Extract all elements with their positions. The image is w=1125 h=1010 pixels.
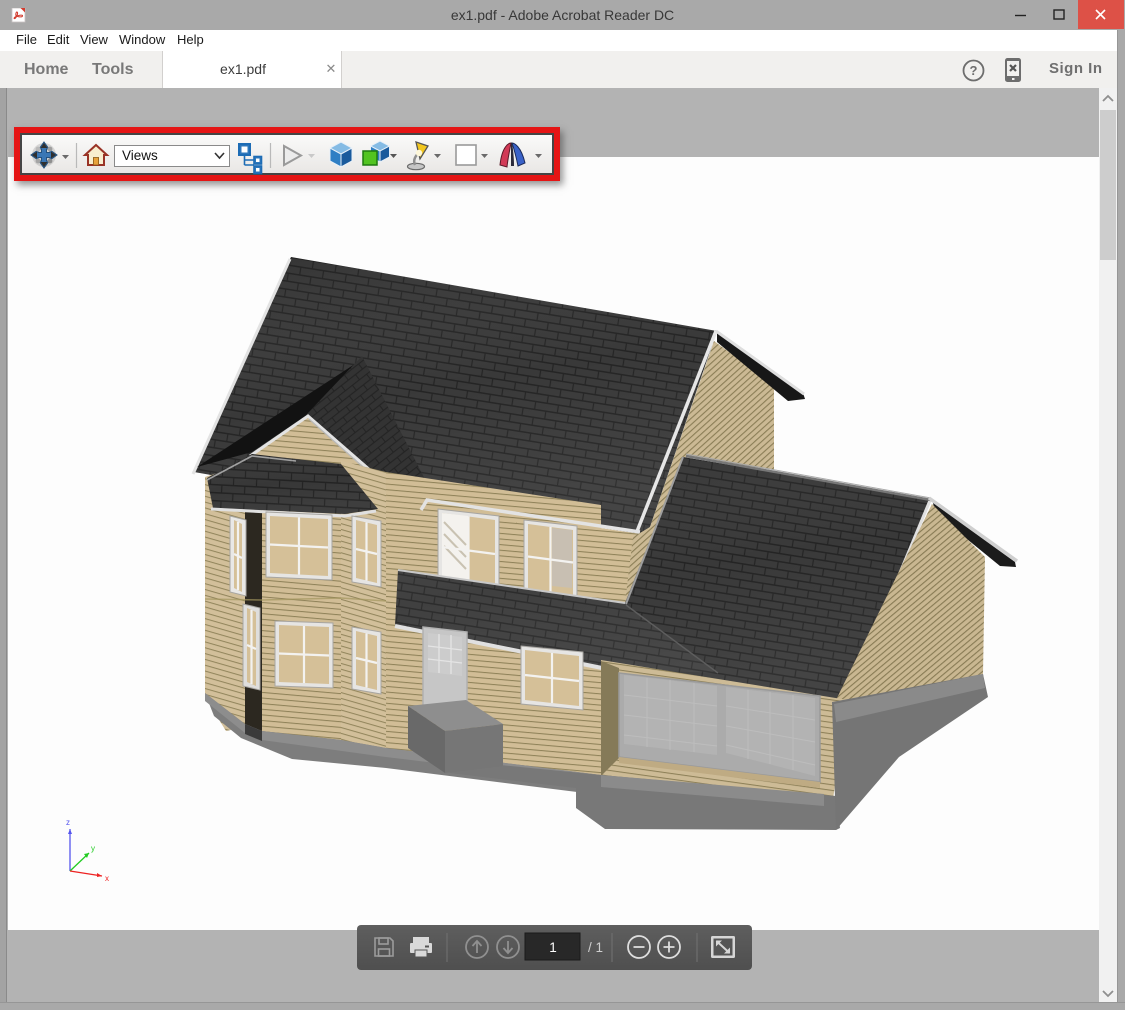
svg-text:x: x <box>105 874 109 883</box>
svg-text:1: 1 <box>549 940 557 955</box>
svg-text:Views: Views <box>122 148 158 163</box>
svg-text:y: y <box>91 844 95 853</box>
svg-text:z: z <box>66 818 70 827</box>
svg-text:/ 1: / 1 <box>588 940 603 955</box>
